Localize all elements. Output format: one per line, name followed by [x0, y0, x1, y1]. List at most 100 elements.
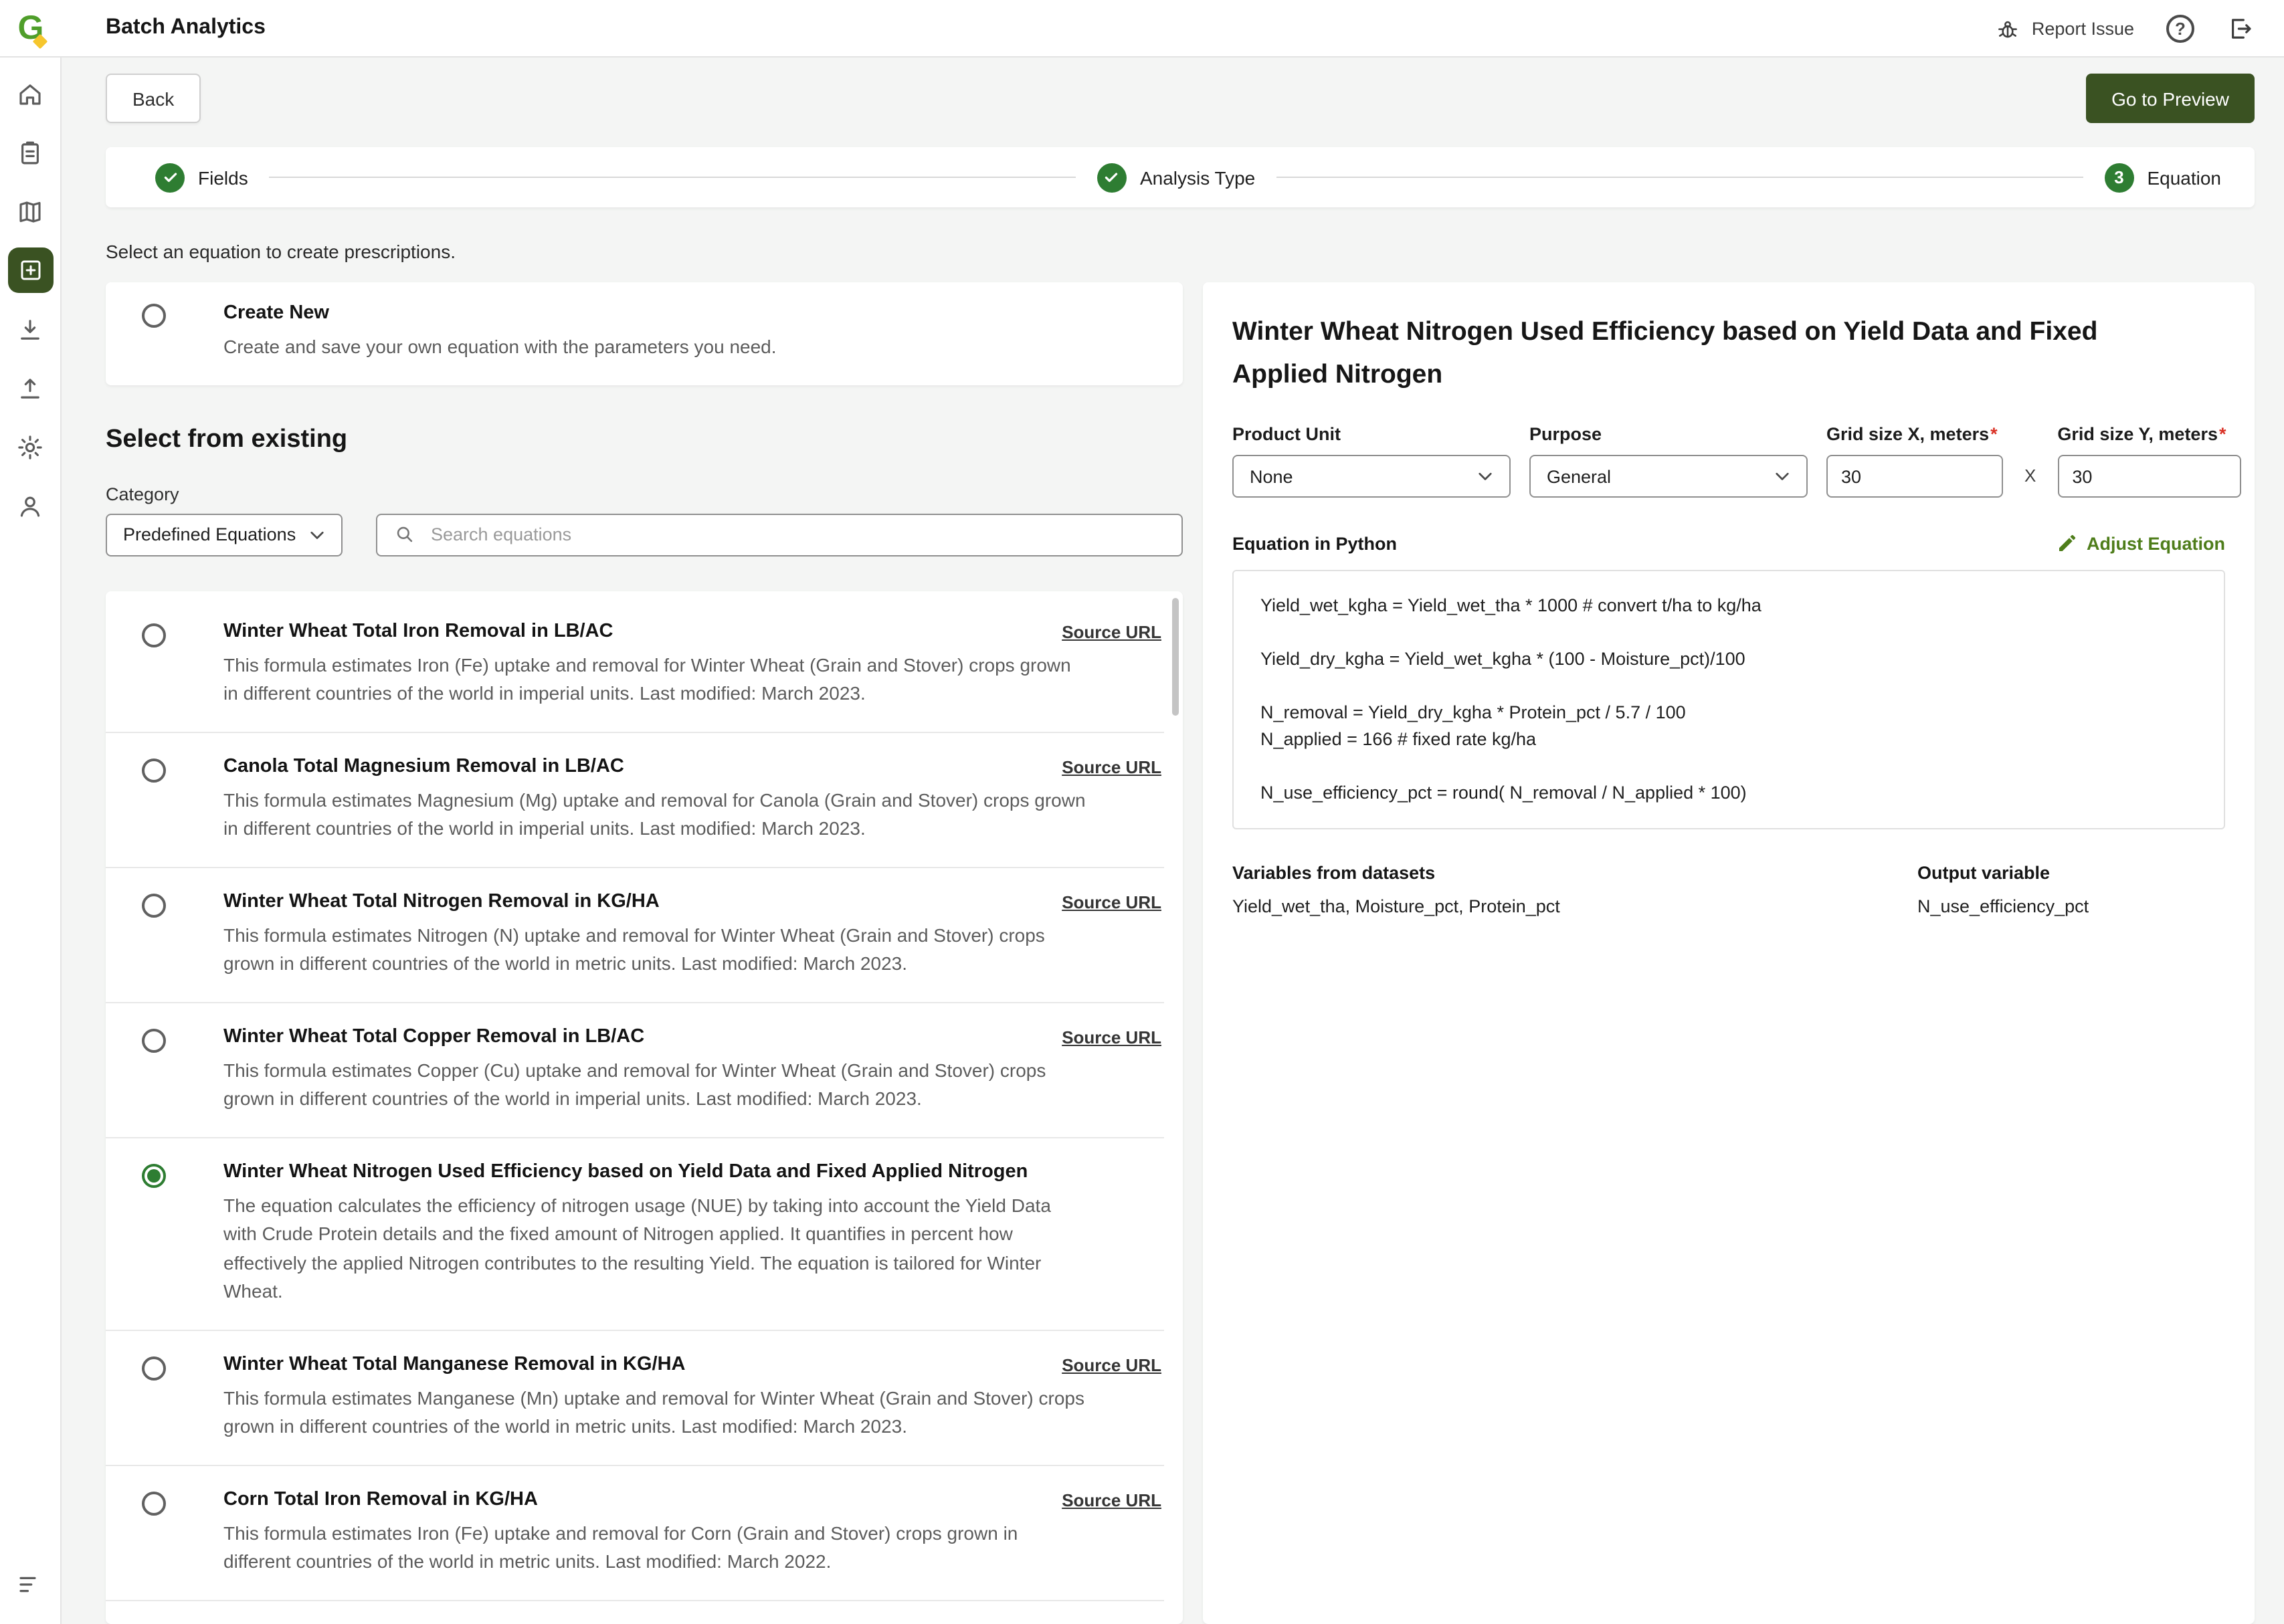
stepper: Fields Analysis Type 3 Equation [106, 147, 2255, 207]
main-content: Back Go to Preview Fields Analysis Type … [62, 56, 2284, 1624]
source-url-link[interactable]: Source URL [1062, 1490, 1161, 1510]
stepper-line [270, 177, 1076, 178]
sidebar-item-batch-analytics[interactable] [0, 241, 61, 300]
equation-radio[interactable] [142, 1356, 166, 1380]
grid-size-separator: X [2024, 466, 2036, 498]
radio-column [106, 1138, 223, 1329]
stepper-line [1276, 177, 2083, 178]
top-bar: G Batch Analytics Report Issue ? [0, 0, 2284, 58]
create-new-option[interactable]: Create New Create and save your own equa… [106, 282, 1183, 385]
code-line: Yield_wet_kgha = Yield_wet_tha * 1000 # … [1260, 593, 2197, 619]
step-analysis-type[interactable]: Analysis Type [1097, 163, 1255, 192]
equation-list-item[interactable]: Corn Total Iron Removal in KG/HA Source … [106, 1465, 1164, 1601]
radio-column [106, 302, 223, 362]
equation-description: The equation calculates the efficiency o… [223, 1191, 1086, 1306]
download-icon [16, 315, 44, 343]
source-url-link[interactable]: Source URL [1062, 621, 1161, 641]
variables-value: Yield_wet_tha, Moisture_pct, Protein_pct [1232, 896, 1917, 916]
report-issue-button[interactable]: Report Issue [1996, 15, 2134, 41]
code-line [1260, 753, 2197, 780]
step-equation[interactable]: 3 Equation [2104, 163, 2221, 192]
required-asterisk: * [1990, 424, 1998, 444]
sidebar-item-settings[interactable] [0, 417, 61, 476]
purpose-label: Purpose [1529, 424, 1808, 444]
sidebar-item-tasks[interactable] [0, 123, 61, 182]
equation-list-item[interactable]: Winter Wheat Total Manganese Removal in … [106, 1330, 1164, 1465]
radio-column [106, 868, 223, 1001]
equation-item-body: Winter Wheat Total Iron Removal in LB/AC… [223, 597, 1164, 731]
sidebar-item-profile[interactable] [0, 476, 61, 535]
purpose-select[interactable]: General [1529, 455, 1808, 498]
code-line [1260, 673, 2197, 700]
help-icon[interactable]: ? [2166, 14, 2194, 42]
page-title: Batch Analytics [106, 16, 266, 40]
equation-title: Winter Wheat Nitrogen Used Efficiency ba… [223, 1160, 1161, 1182]
go-to-preview-button[interactable]: Go to Preview [2086, 74, 2255, 123]
step-fields-label: Fields [198, 167, 248, 188]
grid-size-y-label: Grid size Y, meters [2057, 424, 2218, 444]
equation-radio[interactable] [142, 758, 166, 782]
equation-list-item-selected[interactable]: Winter Wheat Nitrogen Used Efficiency ba… [106, 1138, 1164, 1330]
category-select[interactable]: Predefined Equations [106, 513, 343, 556]
filter-row: Predefined Equations [106, 513, 1183, 556]
output-variable-label: Output variable [1917, 863, 2089, 883]
list-scrollbar-thumb[interactable] [1172, 597, 1179, 715]
check-icon [155, 163, 185, 192]
variables-label: Variables from datasets [1232, 863, 1917, 883]
sidebar-item-home[interactable] [0, 64, 61, 123]
product-unit-select[interactable]: None [1232, 455, 1511, 498]
grid-size-y-input[interactable] [2057, 455, 2241, 498]
topbar-actions: Report Issue ? [1996, 14, 2284, 42]
adjust-equation-button[interactable]: Adjust Equation [2056, 532, 2225, 554]
purpose-field: Purpose General [1529, 424, 1808, 498]
active-tile [7, 247, 53, 293]
equation-title: Canola Total Magnesium Removal in LB/AC [223, 755, 1062, 777]
search-input[interactable] [428, 523, 1165, 546]
radio-column [106, 732, 223, 866]
equation-radio[interactable] [142, 1491, 166, 1515]
pencil-icon [2056, 532, 2077, 554]
code-line: N_applied = 166 # fixed rate kg/ha [1260, 726, 2197, 753]
equation-title: Winter Wheat Total Iron Removal in LB/AC [223, 620, 1062, 641]
equation-list-item[interactable]: Winter Wheat Total Nitrogen Removal in K… [106, 868, 1164, 1003]
equation-list-item[interactable]: Winter Wheat Total Copper Removal in LB/… [106, 1003, 1164, 1138]
code-line: N_removal = Yield_dry_kgha * Protein_pct… [1260, 700, 2197, 726]
equation-radio[interactable] [142, 893, 166, 917]
equation-radio-selected[interactable] [142, 1163, 166, 1187]
check-icon [1097, 163, 1127, 192]
create-new-description: Create and save your own equation with t… [223, 333, 777, 362]
user-icon [16, 492, 44, 520]
source-url-link[interactable]: Source URL [1062, 892, 1161, 912]
create-new-radio[interactable] [142, 304, 166, 328]
radio-column [106, 597, 223, 731]
equation-item-body: Winter Wheat Total Manganese Removal in … [223, 1330, 1164, 1464]
sidebar-item-upload[interactable] [0, 359, 61, 417]
app-logo[interactable]: G [0, 11, 62, 45]
equation-title: Winter Wheat Total Nitrogen Removal in K… [223, 890, 1062, 912]
sidebar-item-sort[interactable] [0, 1554, 61, 1613]
step-fields[interactable]: Fields [155, 163, 248, 192]
create-new-title: Create New [223, 302, 777, 324]
source-url-link[interactable]: Source URL [1062, 1354, 1161, 1375]
sidebar-item-maps[interactable] [0, 182, 61, 241]
report-issue-label: Report Issue [2032, 18, 2134, 38]
equation-radio[interactable] [142, 623, 166, 647]
content-panels: Create New Create and save your own equa… [106, 282, 2255, 1624]
clipboard-icon [16, 138, 44, 167]
code-line [1260, 619, 2197, 646]
equation-item-body: Winter Wheat Nitrogen Used Efficiency ba… [223, 1138, 1164, 1329]
sidebar [0, 56, 62, 1624]
grid-size-x-input[interactable] [1826, 455, 2003, 498]
source-url-link[interactable]: Source URL [1062, 1027, 1161, 1047]
equation-radio[interactable] [142, 1028, 166, 1052]
source-url-link[interactable]: Source URL [1062, 756, 1161, 777]
equation-list-item[interactable]: Canola Total Magnesium Removal in LB/AC … [106, 732, 1164, 868]
back-button[interactable]: Back [106, 74, 201, 123]
equation-description: This formula estimates Magnesium (Mg) up… [223, 786, 1086, 843]
radio-column [106, 1465, 223, 1599]
logout-icon[interactable] [2226, 14, 2255, 42]
create-new-text: Create New Create and save your own equa… [223, 302, 777, 362]
equation-title: Corn Total Iron Removal in KG/HA [223, 1488, 1062, 1510]
sidebar-item-download[interactable] [0, 300, 61, 359]
equation-list-item[interactable]: Winter Wheat Total Iron Removal in LB/AC… [106, 597, 1164, 732]
